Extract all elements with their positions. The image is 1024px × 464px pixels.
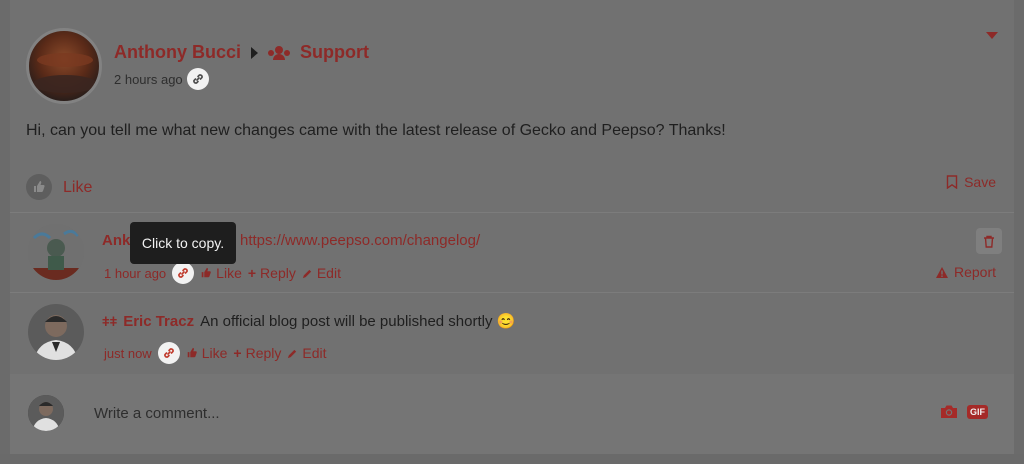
current-user-avatar xyxy=(28,395,64,431)
link-icon[interactable] xyxy=(186,68,209,90)
author-avatar[interactable] xyxy=(26,28,102,104)
comment-item: ǂǂ Eric Tracz An official blog post will… xyxy=(10,294,1014,372)
comment-line: ǂǂ Eric Tracz An official blog post will… xyxy=(102,312,516,331)
thumbs-up-icon xyxy=(187,347,197,358)
comment-text: An official blog post will be published … xyxy=(200,313,516,330)
camera-icon[interactable] xyxy=(940,404,958,424)
post-options-caret-icon[interactable] xyxy=(986,32,998,39)
post-text: Hi, can you tell me what new changes cam… xyxy=(26,122,726,139)
pencil-icon xyxy=(302,269,312,278)
report-button[interactable]: Report xyxy=(935,264,996,280)
save-button[interactable]: Save xyxy=(946,174,996,190)
comment-reply-button[interactable]: + Reply xyxy=(248,265,296,281)
trash-icon xyxy=(984,235,994,248)
comment-reply-label: Reply xyxy=(260,265,296,281)
post-timestamp[interactable]: 2 hours ago xyxy=(114,72,183,87)
warning-icon xyxy=(935,266,948,278)
link-icon[interactable] xyxy=(172,262,195,284)
comment-reply-label: Reply xyxy=(245,345,282,361)
like-button[interactable]: Like xyxy=(63,179,92,197)
comment-timestamp[interactable]: 1 hour ago xyxy=(104,266,166,281)
comment-edit-button[interactable]: Edit xyxy=(302,265,341,281)
caret-right-icon xyxy=(251,46,259,59)
pencil-icon xyxy=(288,349,297,358)
group-icon xyxy=(268,45,291,60)
dumbbell-icon: ǂǂ xyxy=(102,313,118,329)
group-name-link[interactable]: Support xyxy=(300,42,369,63)
divider xyxy=(10,292,1014,293)
post-header: Anthony Bucci Support 2 hours ago xyxy=(26,28,986,104)
link-icon[interactable] xyxy=(157,342,180,364)
bookmark-icon xyxy=(946,175,958,189)
save-label: Save xyxy=(964,174,996,190)
like-icon[interactable] xyxy=(26,174,52,200)
comment-input[interactable] xyxy=(84,388,984,438)
bottom-band xyxy=(0,454,1024,464)
comment-like-button[interactable]: Like xyxy=(200,265,242,281)
thumbs-up-icon xyxy=(201,267,211,278)
comment-avatar[interactable] xyxy=(28,304,84,360)
comment-composer: GIF xyxy=(10,374,1014,454)
gif-button[interactable]: GIF xyxy=(967,405,988,419)
comment-like-label: Like xyxy=(216,265,242,281)
author-line: Anthony Bucci Support xyxy=(114,42,369,63)
author-name-link[interactable]: Anthony Bucci xyxy=(114,42,241,63)
plus-icon: + xyxy=(247,265,257,281)
comment-like-label: Like xyxy=(201,345,228,361)
divider xyxy=(10,212,1014,213)
comment-reply-button[interactable]: + Reply xyxy=(233,345,281,361)
comment-link[interactable]: https://www.peepso.com/changelog/ xyxy=(240,232,480,249)
comment-author-name[interactable]: Eric Tracz xyxy=(123,313,194,330)
comment-like-button[interactable]: Like xyxy=(186,345,228,361)
comment-edit-label: Edit xyxy=(302,345,327,361)
comment-edit-label: Edit xyxy=(316,265,341,281)
comment-meta: 1 hour ago Like + Reply Edit xyxy=(104,262,341,284)
comment-timestamp[interactable]: just now xyxy=(104,346,152,361)
post-actions: Like Save xyxy=(26,172,996,202)
comment-avatar[interactable] xyxy=(28,224,84,280)
copy-tooltip: Click to copy. xyxy=(130,222,236,264)
report-label: Report xyxy=(953,264,996,280)
plus-icon: + xyxy=(233,345,242,361)
comment-meta: just now Like + Reply Edit xyxy=(104,342,327,364)
post-time-line: 2 hours ago xyxy=(114,68,209,90)
comment-edit-button[interactable]: Edit xyxy=(287,345,327,361)
delete-comment-button[interactable] xyxy=(976,228,1002,254)
